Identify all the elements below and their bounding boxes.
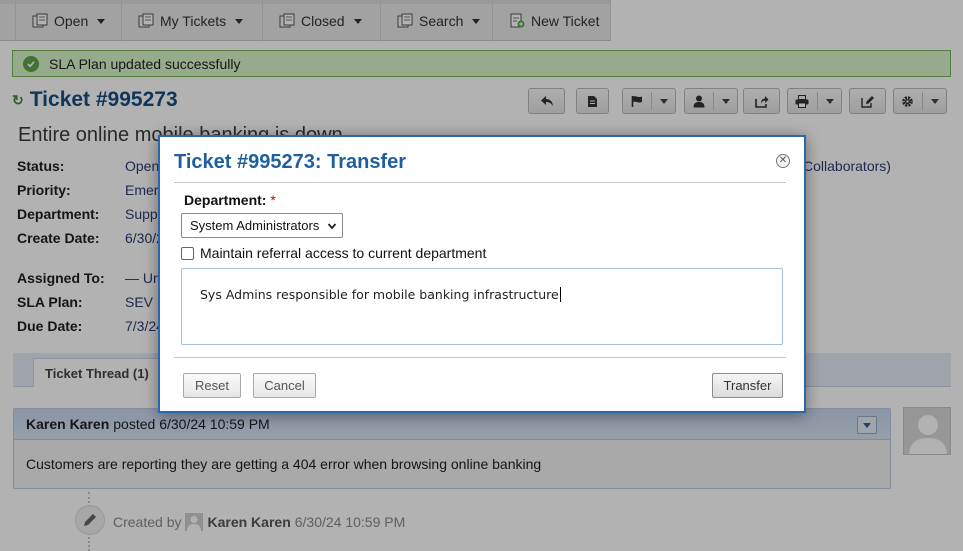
transfer-button[interactable]: Transfer [712,373,783,398]
required-marker: * [270,192,276,208]
department-label: Department: * [184,192,276,208]
ticket-page: Open My Tickets Closed Search New Ticket [0,0,963,551]
department-select-value: System Administrators [190,218,320,233]
comments-textarea[interactable]: Sys Admins responsible for mobile bankin… [181,268,783,345]
referral-access-option: Maintain referral access to current depa… [181,245,486,261]
referral-access-checkbox[interactable] [181,246,194,260]
referral-access-label: Maintain referral access to current depa… [200,245,487,261]
reset-button[interactable]: Reset [183,373,241,398]
divider [174,357,786,358]
dialog-title: Ticket #995273: Transfer [174,151,407,173]
text-cursor [559,287,561,302]
comments-text: Sys Admins responsible for mobile bankin… [200,287,559,302]
department-label-text: Department: [184,192,267,208]
transfer-dialog: Ticket #995273: Transfer ✕ Department: *… [158,135,806,413]
chevron-down-icon [327,223,337,230]
close-icon[interactable]: ✕ [776,154,790,168]
divider [174,182,786,183]
cancel-button[interactable]: Cancel [253,373,316,398]
department-select[interactable]: System Administrators [181,213,343,238]
